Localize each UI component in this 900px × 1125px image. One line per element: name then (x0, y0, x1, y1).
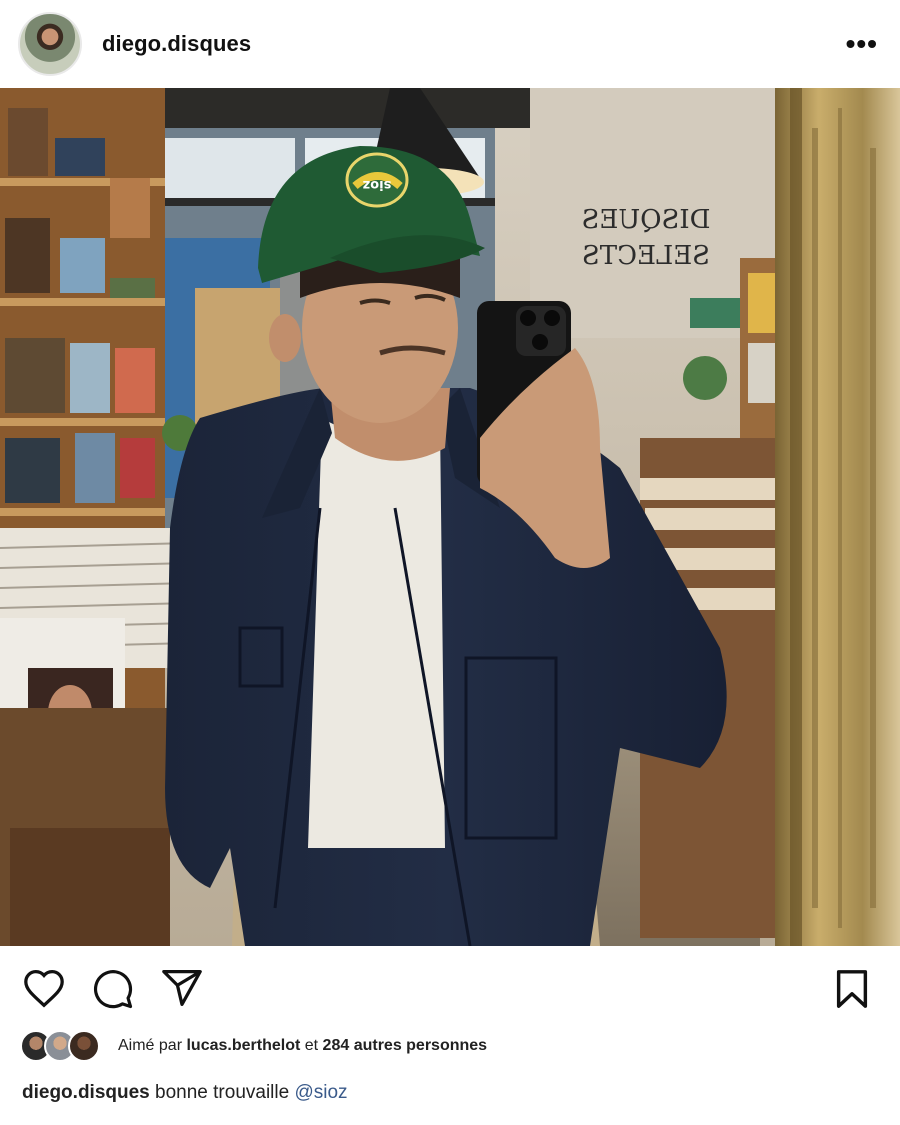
shop-sign-line2: SELECTS (582, 241, 710, 271)
likes-text: Aimé par lucas.berthelot et 284 autres p… (118, 1037, 487, 1055)
more-options-icon[interactable]: ••• (846, 30, 878, 58)
caption-mention[interactable]: @sioz (294, 1082, 347, 1103)
comment-icon[interactable] (92, 968, 134, 1010)
cap-patch-text: sioz (363, 177, 392, 192)
post-actions (0, 960, 900, 1016)
post-photo[interactable]: DISQUES SELECTS sioz (0, 88, 900, 946)
profile-avatar[interactable] (18, 12, 82, 76)
bookmark-icon[interactable] (834, 968, 870, 1010)
likes-prefix: Aimé par (118, 1037, 183, 1054)
caption-text: bonne trouvaille (155, 1082, 290, 1103)
post-username[interactable]: diego.disques (102, 31, 251, 57)
post-caption: diego.disques bonne trouvaille @sioz (22, 1082, 348, 1104)
post-header: diego.disques ••• (0, 0, 900, 88)
liker-avatars[interactable] (20, 1030, 100, 1062)
likes-row: Aimé par lucas.berthelot et 284 autres p… (20, 1026, 487, 1066)
heart-icon[interactable] (22, 968, 66, 1008)
photo-scene: DISQUES SELECTS sioz (0, 88, 900, 946)
first-liker-link[interactable]: lucas.berthelot (186, 1037, 300, 1054)
shop-sign-line1: DISQUES (582, 205, 711, 235)
likes-connector: et (304, 1037, 319, 1054)
likes-count-link[interactable]: 284 autres personnes (323, 1037, 488, 1054)
liker-avatar[interactable] (68, 1030, 100, 1062)
send-icon[interactable] (160, 968, 204, 1008)
caption-username[interactable]: diego.disques (22, 1082, 150, 1103)
